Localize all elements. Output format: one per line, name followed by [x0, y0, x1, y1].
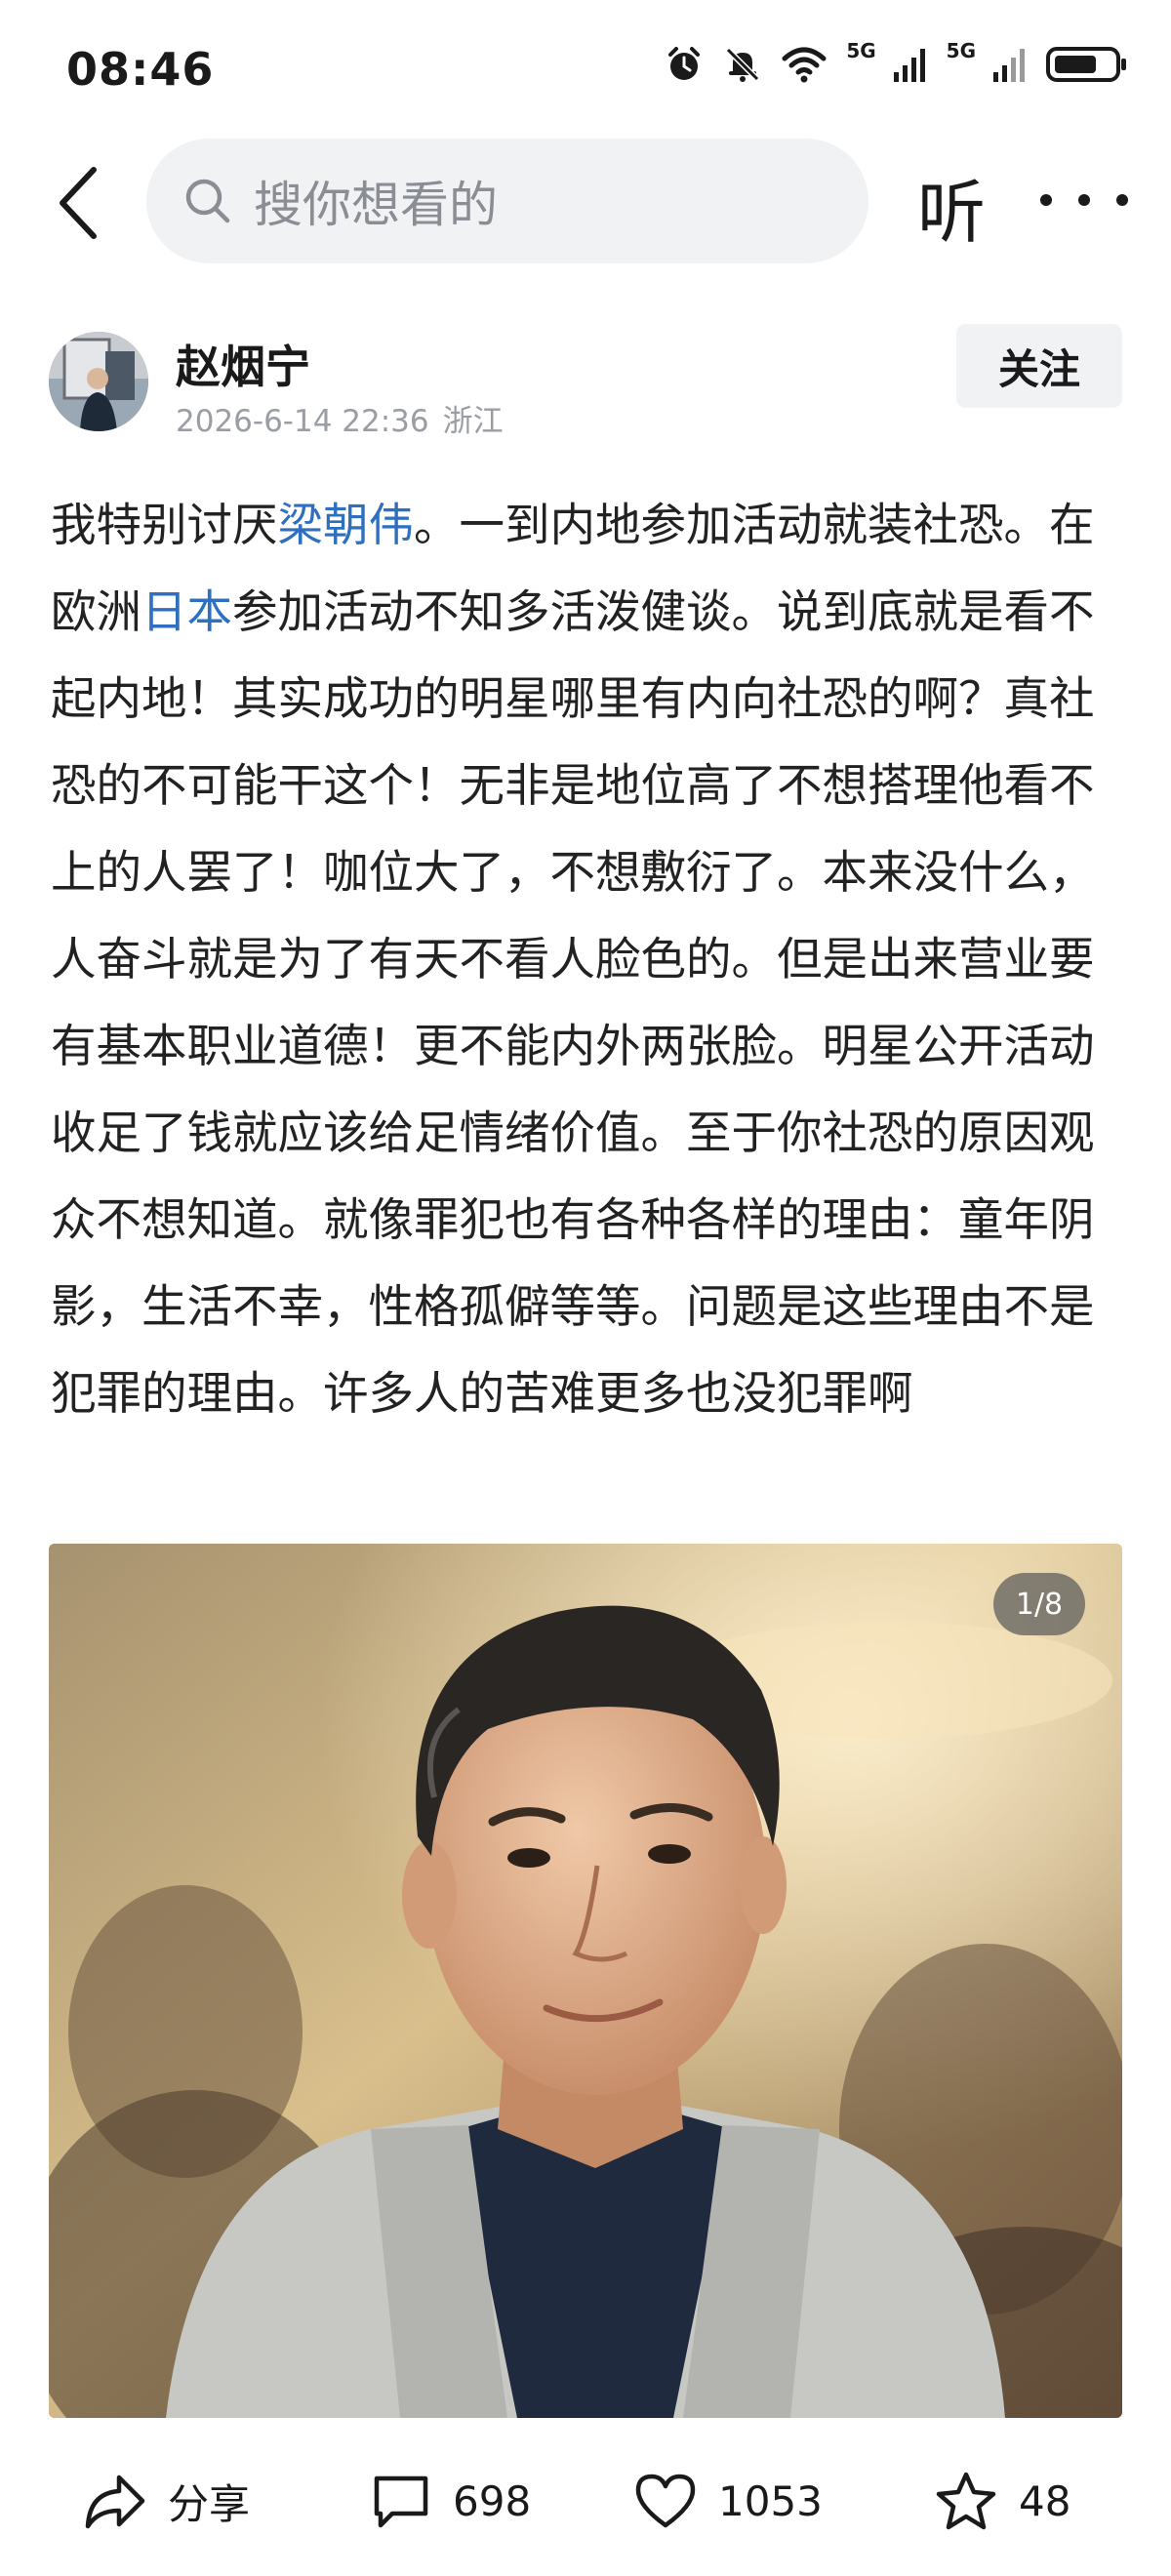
- status-time: 08:46: [66, 43, 215, 96]
- avatar[interactable]: [49, 332, 148, 431]
- image-counter: 1/8: [993, 1573, 1085, 1635]
- comment-icon: [374, 2475, 428, 2528]
- post-text-segment: 我特别讨厌: [51, 499, 278, 551]
- comment-button[interactable]: 698: [371, 2467, 531, 2535]
- more-options-button[interactable]: [1040, 176, 1128, 224]
- favorite-count: 48: [1019, 2476, 1071, 2525]
- heart-icon: [635, 2474, 696, 2528]
- post-image[interactable]: 1/8: [49, 1544, 1122, 2418]
- network-label: 5G: [946, 39, 976, 62]
- wifi-icon: [782, 47, 827, 83]
- signal-icon: [893, 49, 925, 82]
- post-date: 2026-6-14 22:36: [176, 404, 429, 439]
- avatar-image: [49, 332, 148, 431]
- post-detail-page: 08:46 5G 5G 搜你想看的 听 赵烟宁 2026-6-14 22:36 …: [0, 0, 1171, 2576]
- like-button[interactable]: 1053: [634, 2467, 823, 2535]
- status-icons: 5G 5G: [665, 39, 1128, 84]
- search-icon: [185, 179, 230, 223]
- like-count: 1053: [718, 2476, 823, 2525]
- status-bar: 08:46 5G 5G: [0, 0, 1171, 137]
- share-icon: [85, 2475, 145, 2529]
- follow-button[interactable]: 关注: [956, 324, 1122, 408]
- alarm-icon: [668, 47, 701, 80]
- share-button[interactable]: 分享: [84, 2467, 250, 2535]
- share-label: 分享: [168, 2479, 251, 2528]
- search-input[interactable]: 搜你想看的: [146, 139, 868, 263]
- post-body: 我特别讨厌梁朝伟。一到内地参加活动就装社恐。在欧洲日本参加活动不知多活泼健谈。说…: [51, 482, 1124, 1437]
- more-dot-icon: [1078, 194, 1090, 206]
- comment-count: 698: [453, 2476, 532, 2525]
- back-button[interactable]: [47, 164, 109, 242]
- post-location: 浙江: [442, 404, 504, 439]
- star-icon: [936, 2472, 996, 2530]
- top-nav: 搜你想看的 听: [0, 137, 1171, 263]
- post-text-segment: 参加活动不知多活泼健谈。说到底就是看不起内地！其实成功的明星哪里有内向社恐的啊？…: [51, 585, 1095, 1420]
- battery-icon: [1046, 47, 1126, 82]
- listen-button[interactable]: 听: [917, 158, 986, 257]
- photo: [49, 1544, 1122, 2418]
- back-arrow-icon: [60, 167, 97, 239]
- topic-link[interactable]: 日本: [141, 585, 232, 638]
- search-placeholder: 搜你想看的: [254, 177, 498, 233]
- topic-link[interactable]: 梁朝伟: [278, 499, 415, 551]
- mute-icon: [726, 47, 760, 82]
- post-meta: 2026-6-14 22:36 浙江: [176, 396, 504, 440]
- favorite-button[interactable]: 48: [935, 2467, 1070, 2535]
- more-dot-icon: [1040, 194, 1052, 206]
- bottom-action-bar: 分享 698 1053 48: [0, 2439, 1171, 2566]
- more-dot-icon: [1116, 194, 1128, 206]
- author-name[interactable]: 赵烟宁: [176, 332, 310, 396]
- signal-icon: [993, 49, 1025, 82]
- network-label: 5G: [846, 39, 876, 62]
- author-row: 赵烟宁 2026-6-14 22:36 浙江 关注: [0, 312, 1171, 449]
